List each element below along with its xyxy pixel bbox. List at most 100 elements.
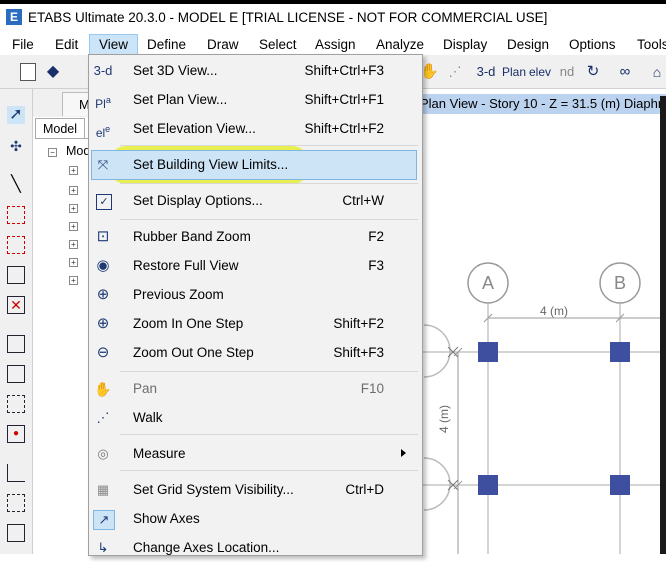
tree-expand-node[interactable]: + [69,276,78,285]
new-file-icon[interactable] [20,63,36,81]
menu-item-walk[interactable]: ⋰ Walk [88,404,421,432]
menu-item-set-3d-view[interactable]: 3-d Set 3D View... Shift+Ctrl+F3 [88,57,421,85]
building-limits-icon: ⤧ [97,157,109,172]
select-frame-icon[interactable] [7,266,25,284]
dim-label-x: 4 (m) [540,304,568,318]
menu-select[interactable]: Select [259,35,297,55]
tb-plan-view-icon[interactable]: Plan [502,63,526,81]
select-box-icon[interactable] [7,206,25,224]
grid-visibility-icon: ▦ [96,482,110,497]
plan-drawing: A B 4 (m) 4 (m) [418,262,666,554]
menu-item-set-display-options[interactable]: ✓ Set Display Options... Ctrl+W [88,187,421,215]
menu-item-zoom-in-one-step[interactable]: ⊕ Zoom In One Step Shift+F2 [88,310,421,338]
tb-nd-icon[interactable]: nd [557,63,577,81]
menu-analyze[interactable]: Analyze [376,35,424,55]
draw-quad-icon[interactable] [7,395,25,413]
model-tab[interactable]: Model [35,118,85,139]
top-edge [0,0,666,4]
reshape-icon[interactable]: ✣ [7,137,25,155]
tb-elev-view-icon[interactable]: elev [529,63,551,81]
menu-item-change-axes-location[interactable]: ↳ Change Axes Location... [88,534,421,562]
window-edge [660,96,666,554]
home-icon[interactable]: ⌂ [648,63,666,81]
menu-display[interactable]: Display [443,35,487,55]
zoom-out-icon: ⊖ [96,344,110,361]
menu-design[interactable]: Design [507,35,549,55]
draw-line-icon[interactable]: ╲ [7,176,25,194]
3d-view-icon: 3-d [93,63,113,78]
plan-view-icon: Pla [95,95,111,111]
walk-icon: ⋰ [96,410,110,425]
menu-item-set-grid-system-visibility[interactable]: ▦ Set Grid System Visibility... Ctrl+D [88,476,421,504]
tree-expand-node[interactable]: + [69,222,78,231]
draw-opening-icon[interactable] [7,494,25,512]
menu-view[interactable]: View [89,34,138,56]
zoom-in-icon: ⊕ [96,315,110,332]
column-b4 [610,342,630,362]
plan-view-canvas[interactable]: A B 4 (m) 4 (m) [418,115,666,554]
grid-label-b: B [614,273,626,293]
rotate-icon[interactable]: ↻ [584,63,602,81]
menu-separator [120,470,418,471]
tree-root-label[interactable]: Mod [66,144,90,158]
submenu-arrow-icon [401,449,406,457]
menu-item-rubber-band-zoom[interactable]: ⊡ Rubber Band Zoom F2 [88,223,421,251]
menu-item-show-axes[interactable]: ↗ Show Axes [88,505,421,533]
rubber-band-zoom-icon: ⊡ [96,228,110,245]
menu-assign[interactable]: Assign [315,35,356,55]
grid-label-a: A [482,273,494,293]
menu-draw[interactable]: Draw [207,35,239,55]
show-axes-icon: ↗ [93,510,115,530]
draw-area-icon[interactable] [7,335,25,353]
view-menu: 3-d Set 3D View... Shift+Ctrl+F3 Pla Set… [88,54,421,555]
model-explorer [33,89,94,554]
intersect-icon[interactable]: ✕ [7,296,25,314]
tree-expand-node[interactable]: + [69,204,78,213]
menu-item-set-elevation-view[interactable]: ele Set Elevation View... Shift+Ctrl+F2 [88,115,421,143]
restore-zoom-icon: ◉ [96,257,110,274]
menu-options[interactable]: Options [569,35,616,55]
tree-expand-node[interactable]: + [69,186,78,195]
pan-icon: ✋ [94,381,112,397]
change-axes-icon: ↳ [97,540,109,555]
menu-edit[interactable]: Edit [55,35,78,55]
draw-rect-icon[interactable] [7,365,25,383]
menu-item-pan[interactable]: ✋ Pan F10 [88,375,421,403]
menu-file[interactable]: File [12,35,34,55]
tree-collapse-root[interactable]: − [48,148,57,157]
plan-view-title[interactable]: Plan View - Story 10 - Z = 31.5 (m) Diap… [418,94,666,114]
menu-item-previous-zoom[interactable]: ⊕ Previous Zoom [88,281,421,309]
menu-item-set-building-view-limits[interactable]: ⤧ Set Building View Limits... [88,151,421,179]
walk-tool-icon[interactable]: ⋰ [446,63,464,81]
tb-3d-view-icon[interactable]: 3-d [474,63,498,81]
menu-tools[interactable]: Tools [637,35,666,55]
draw-wall-icon[interactable] [7,464,25,482]
dim-label-y: 4 (m) [437,405,451,433]
open-icon[interactable]: ◆ [44,63,62,81]
menu-item-set-plan-view[interactable]: Pla Set Plan View... Shift+Ctrl+F1 [88,86,421,114]
tree-expand-node[interactable]: + [69,166,78,175]
draw-link-icon[interactable] [7,524,25,542]
tree-expand-node[interactable]: + [69,258,78,267]
menu-separator [120,219,418,220]
left-toolbar: ➚ ✣ ╲ ✕ ● [0,89,33,554]
menu-bar: File Edit View Define Draw Select Assign… [0,33,666,56]
column-a3 [478,475,498,495]
tree-expand-node[interactable]: + [69,240,78,249]
measure-icon: ◎ [97,446,109,461]
pointer-icon[interactable]: ➚ [7,106,25,124]
grid-bubble-3-partial [423,457,451,511]
previous-zoom-icon: ⊕ [96,286,110,303]
tab-underline [35,138,93,139]
display-options-icon: ✓ [96,194,112,210]
glasses-icon[interactable]: ∞ [616,63,634,81]
menu-item-restore-full-view[interactable]: ◉ Restore Full View F3 [88,252,421,280]
menu-item-measure[interactable]: ◎ Measure [88,440,421,468]
select-column-icon[interactable] [7,236,25,254]
menu-item-zoom-out-one-step[interactable]: ⊖ Zoom Out One Step Shift+F3 [88,339,421,367]
window-title: ETABS Ultimate 20.3.0 - MODEL E [TRIAL L… [28,10,548,25]
menu-define[interactable]: Define [147,35,186,55]
draw-point-icon[interactable]: ● [7,425,25,443]
etabs-app-icon: E [6,9,22,25]
column-b3 [610,475,630,495]
